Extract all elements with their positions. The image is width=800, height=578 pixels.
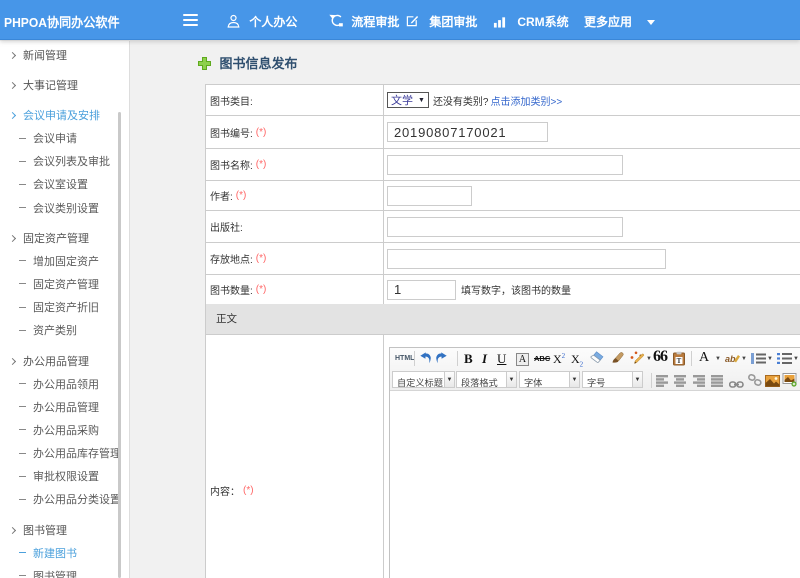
svg-text:T: T [677, 357, 682, 365]
svg-text:ab: ab [725, 354, 736, 364]
